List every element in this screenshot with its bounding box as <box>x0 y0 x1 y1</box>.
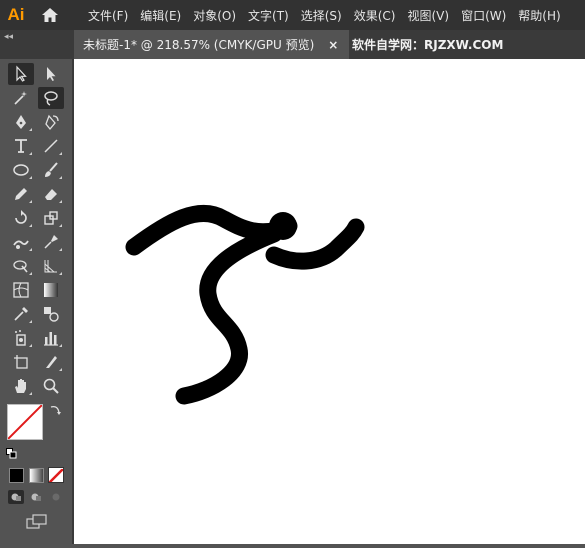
line-segment-tool-icon[interactable] <box>38 135 64 157</box>
tab-untitled-1[interactable]: 未标题-1* @ 218.57% (CMYK/GPU 预览) × <box>74 30 349 59</box>
puppet-warp-tool-icon[interactable] <box>38 231 64 253</box>
tools-panel <box>0 59 74 544</box>
tab-close-icon[interactable]: × <box>328 38 338 52</box>
mesh-tool-icon[interactable] <box>8 279 34 301</box>
eyedropper-tool-icon[interactable] <box>8 303 34 325</box>
draw-behind-icon[interactable] <box>28 490 44 504</box>
direct-selection-tool-icon[interactable] <box>38 63 64 85</box>
artwork <box>125 204 365 405</box>
selection-tool-icon[interactable] <box>8 63 34 85</box>
pencil-tool-icon[interactable] <box>8 183 34 205</box>
menu-type[interactable]: 文字(T) <box>242 7 295 24</box>
tab-rjzxw[interactable]: 软件自学网：RJZXW.COM <box>352 30 503 59</box>
menu-items: 文件(F) 编辑(E) 对象(O) 文字(T) 选择(S) 效果(C) 视图(V… <box>82 7 567 24</box>
app-logo: Ai <box>7 5 25 24</box>
home-icon[interactable] <box>32 0 68 30</box>
collapse-panel-icon[interactable]: ◂◂ <box>4 32 13 42</box>
ellipse-tool-icon[interactable] <box>8 159 34 181</box>
slice-tool-icon[interactable] <box>38 351 64 373</box>
rotate-tool-icon[interactable] <box>8 207 34 229</box>
gradient-tool-icon[interactable] <box>38 279 64 301</box>
pen-tool-icon[interactable] <box>8 111 34 133</box>
menu-view[interactable]: 视图(V) <box>401 7 455 24</box>
magic-wand-tool-icon[interactable] <box>8 87 34 109</box>
screen-mode-icon[interactable] <box>26 514 48 530</box>
eraser-tool-icon[interactable] <box>38 183 64 205</box>
default-fill-stroke-icon[interactable] <box>6 444 17 459</box>
gradient-mode-button[interactable] <box>29 468 44 483</box>
menu-window[interactable]: 窗口(W) <box>455 7 512 24</box>
shape-builder-tool-icon[interactable] <box>8 255 34 277</box>
paintbrush-tool-icon[interactable] <box>38 159 64 181</box>
type-tool-icon[interactable] <box>8 135 34 157</box>
artboard-canvas[interactable] <box>74 59 585 544</box>
curvature-tool-icon[interactable] <box>38 111 64 133</box>
draw-inside-icon[interactable] <box>48 490 64 504</box>
figure-head <box>269 212 297 240</box>
scale-tool-icon[interactable] <box>38 207 64 229</box>
fill-swatch[interactable] <box>7 404 43 440</box>
color-mode-button[interactable] <box>9 468 24 483</box>
none-mode-button[interactable] <box>48 467 64 483</box>
column-graph-tool-icon[interactable] <box>38 327 64 349</box>
artboard-tool-icon[interactable] <box>8 351 34 373</box>
zoom-tool-icon[interactable] <box>38 375 64 397</box>
tools-strip <box>4 59 70 544</box>
menu-help[interactable]: 帮助(H) <box>512 7 566 24</box>
warp-tool-icon[interactable] <box>8 231 34 253</box>
menu-select[interactable]: 选择(S) <box>295 7 348 24</box>
menu-bar: Ai 文件(F) 编辑(E) 对象(O) 文字(T) 选择(S) 效果(C) 视… <box>0 0 585 30</box>
blend-tool-icon[interactable] <box>38 303 64 325</box>
symbol-sprayer-tool-icon[interactable] <box>8 327 34 349</box>
menu-file[interactable]: 文件(F) <box>82 7 134 24</box>
swap-fill-stroke-icon[interactable] <box>48 402 62 416</box>
hand-tool-icon[interactable] <box>8 375 34 397</box>
lasso-tool-icon[interactable] <box>38 87 64 109</box>
menu-effect[interactable]: 效果(C) <box>348 7 402 24</box>
tab-title: 未标题-1* @ 218.57% (CMYK/GPU 预览) <box>83 38 315 52</box>
menu-edit[interactable]: 编辑(E) <box>134 7 187 24</box>
perspective-grid-tool-icon[interactable] <box>38 255 64 277</box>
draw-normal-icon[interactable] <box>8 490 24 504</box>
figure-body-stroke <box>175 225 283 405</box>
document-tab-bar: ◂◂ 未标题-1* @ 218.57% (CMYK/GPU 预览) × 软件自学… <box>0 30 585 59</box>
menu-object[interactable]: 对象(O) <box>187 7 242 24</box>
